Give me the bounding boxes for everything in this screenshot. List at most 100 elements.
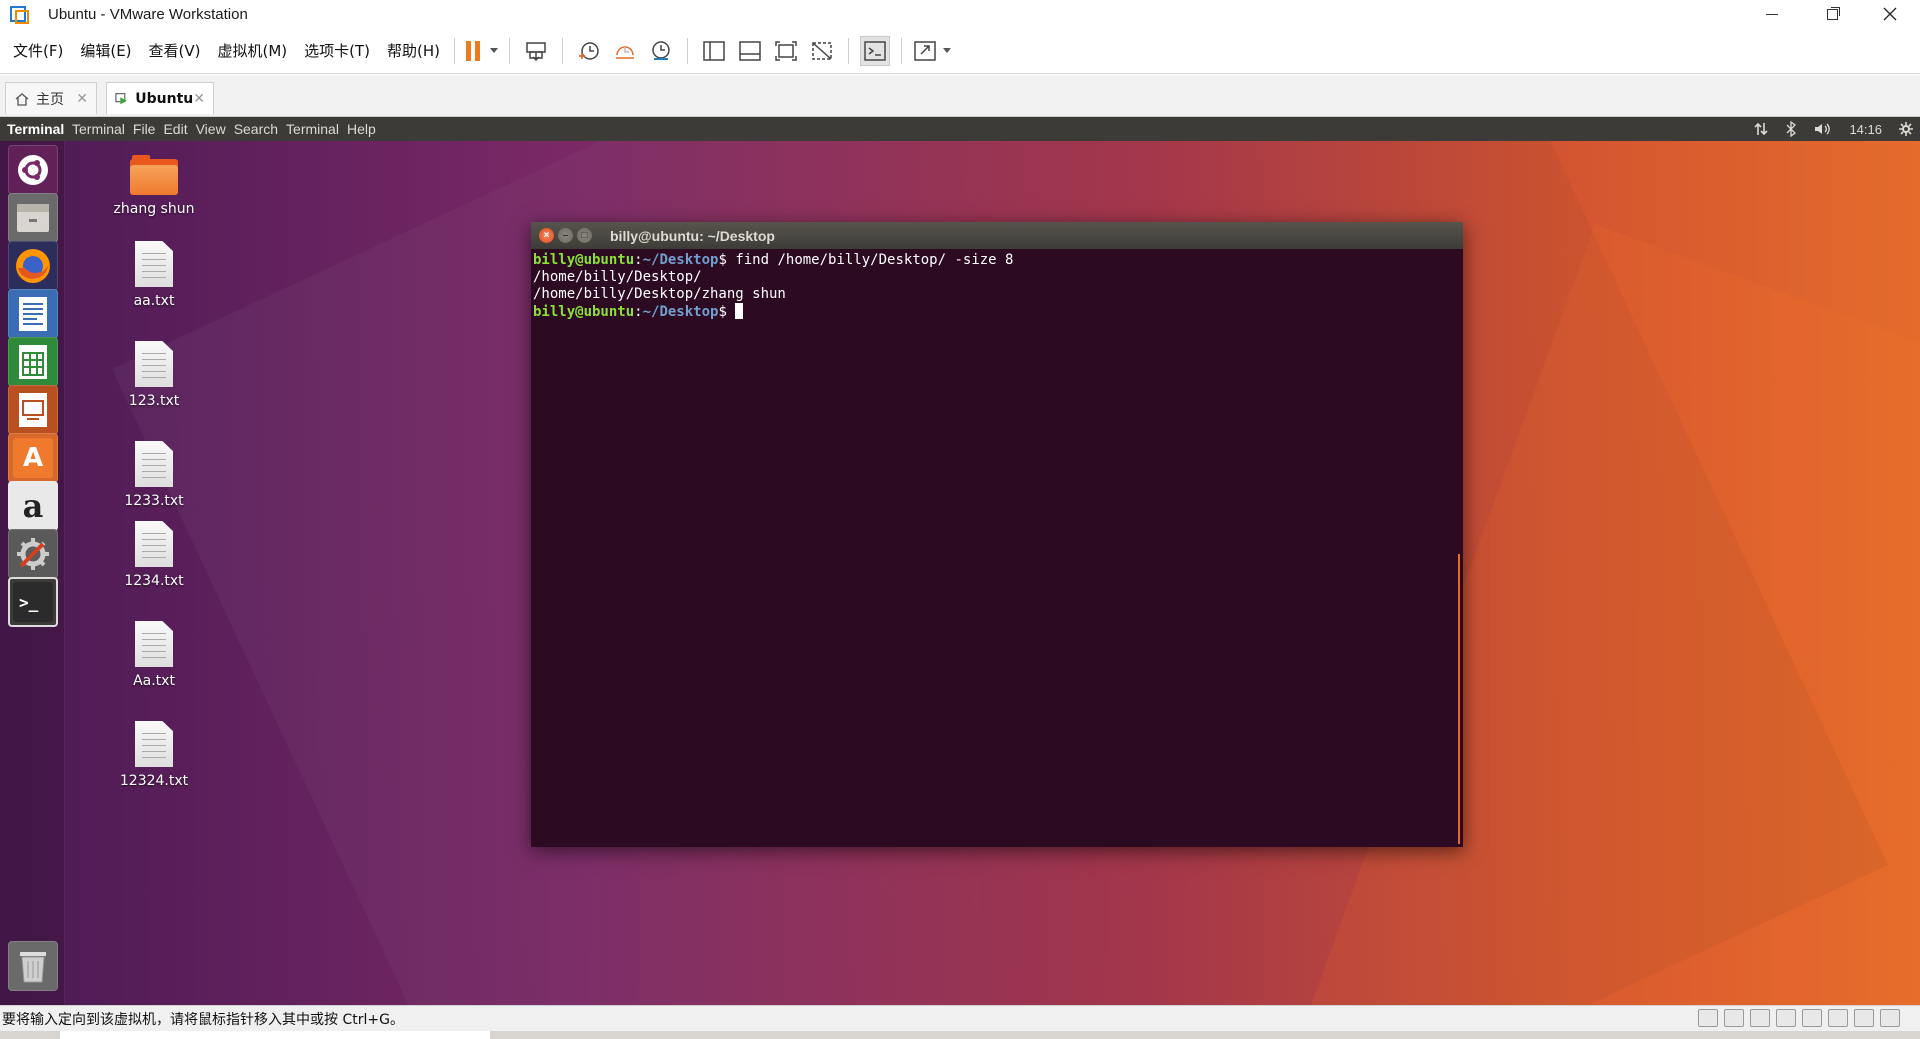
close-tab-icon[interactable]: ✕	[76, 91, 88, 107]
terminal-scrollbar[interactable]	[1458, 554, 1460, 844]
home-icon	[15, 92, 29, 106]
terminal-output[interactable]: billy@ubuntu:~/Desktop$ find /home/billy…	[531, 249, 1463, 324]
full-screen-button[interactable]	[771, 36, 801, 66]
panel-clock[interactable]: 14:16	[1849, 122, 1882, 137]
launcher-writer-button[interactable]	[8, 289, 58, 339]
desktop-icon-label: 12324.txt	[119, 773, 189, 789]
menu-file[interactable]: 文件(F)	[13, 40, 63, 61]
panel-menu-view[interactable]: View	[196, 121, 226, 137]
send-ctrl-alt-del-button[interactable]	[521, 36, 551, 66]
launcher-impress-button[interactable]	[8, 385, 58, 435]
minimize-icon: –	[562, 230, 569, 241]
launcher-files-button[interactable]	[8, 193, 58, 243]
unity-button[interactable]	[807, 36, 837, 66]
menu-edit[interactable]: 编辑(E)	[80, 40, 131, 61]
stretch-guest-icon	[914, 40, 936, 61]
launcher-settings-button[interactable]	[8, 529, 58, 579]
chevron-down-icon	[943, 48, 952, 53]
terminal-command: find /home/billy/Desktop/ -size 8	[726, 252, 1014, 268]
software-center-icon: A	[13, 438, 53, 478]
launcher-firefox-button[interactable]	[8, 241, 58, 291]
volume-icon[interactable]	[1813, 121, 1833, 137]
desktop-icon-label: 1233.txt	[124, 493, 184, 509]
snapshot-icon	[579, 41, 599, 60]
minimize-button[interactable]	[1742, 0, 1802, 28]
terminal-cursor	[735, 303, 744, 319]
panel-menu-file[interactable]: File	[133, 121, 156, 137]
terminal-close-button[interactable]: ×	[539, 228, 554, 243]
message-log-icon[interactable]	[1880, 1009, 1900, 1027]
menu-vm[interactable]: 虚拟机(M)	[218, 40, 288, 61]
desktop-file-123-txt[interactable]: 123.txt	[94, 341, 214, 409]
desktop-file-1233-txt[interactable]: 1233.txt	[94, 441, 214, 509]
thumbnail-bar-button[interactable]	[735, 36, 765, 66]
panel-menu-search[interactable]: Search	[234, 121, 278, 137]
launcher-trash-button[interactable]	[8, 941, 58, 991]
pause-button[interactable]	[466, 36, 499, 66]
menu-view[interactable]: 查看(V)	[149, 40, 201, 61]
panel-menu-edit[interactable]: Edit	[163, 121, 187, 137]
desktop-folder-zhang-shun[interactable]: zhang shun	[94, 155, 214, 217]
snapshot-manager-button[interactable]	[646, 36, 676, 66]
minimize-icon	[1766, 13, 1778, 15]
prompt-path: ~/Desktop	[642, 304, 719, 320]
restore-button[interactable]	[1802, 0, 1862, 28]
menu-help[interactable]: 帮助(H)	[387, 40, 440, 61]
close-button[interactable]	[1860, 0, 1920, 28]
display-icon[interactable]	[1854, 1009, 1874, 1027]
panel-indicators: 14:16	[1753, 117, 1914, 141]
console-view-button[interactable]	[860, 35, 891, 66]
amazon-icon: a	[13, 486, 53, 526]
close-icon: ×	[543, 230, 550, 241]
show-library-icon	[703, 40, 725, 61]
settings-gear-icon[interactable]	[1898, 121, 1914, 137]
desktop-file-Aa-txt[interactable]: Aa.txt	[94, 621, 214, 689]
desktop-file-aa-txt[interactable]: aa.txt	[94, 241, 214, 309]
terminal-maximize-button[interactable]: □	[577, 228, 592, 243]
show-library-button[interactable]	[699, 36, 729, 66]
tab-home[interactable]: 主页 ✕	[5, 82, 97, 114]
vm-console[interactable]: Terminal Terminal File Edit View Search …	[0, 117, 1920, 1005]
revert-snapshot-button[interactable]	[610, 36, 640, 66]
trash-icon	[13, 946, 53, 986]
sound-card-icon[interactable]	[1802, 1009, 1822, 1027]
ubuntu-top-panel: Terminal Terminal File Edit View Search …	[0, 117, 1920, 141]
terminal-line: billy@ubuntu:~/Desktop$	[533, 303, 1461, 321]
desktop-file-1234-txt[interactable]: 1234.txt	[94, 521, 214, 589]
take-snapshot-button[interactable]	[574, 36, 604, 66]
launcher-terminal-button[interactable]: >_	[8, 577, 58, 627]
printer-icon[interactable]	[1776, 1009, 1796, 1027]
launcher-calc-button[interactable]	[8, 337, 58, 387]
desktop-icon-label: Aa.txt	[133, 673, 175, 689]
window-titlebar: Ubuntu - VMware Workstation	[0, 0, 1920, 28]
menu-tabs[interactable]: 选项卡(T)	[304, 40, 370, 61]
hard-disk-icon[interactable]	[1698, 1009, 1718, 1027]
toolbar-separator	[562, 37, 564, 64]
bluetooth-icon[interactable]	[1785, 121, 1797, 137]
launcher-amazon-button[interactable]: a	[8, 481, 58, 531]
cd-dvd-icon[interactable]	[1724, 1009, 1744, 1027]
stretch-guest-button[interactable]	[913, 36, 952, 66]
terminal-minimize-button[interactable]: –	[558, 228, 573, 243]
terminal-titlebar[interactable]: × – □ billy@ubuntu: ~/Desktop	[531, 222, 1463, 249]
panel-menu-terminal[interactable]: Terminal	[72, 121, 125, 137]
launcher-software-button[interactable]: A	[8, 433, 58, 483]
terminal-window[interactable]: × – □ billy@ubuntu: ~/Desktop billy@ubun…	[531, 222, 1463, 847]
terminal-glyph: >_	[19, 592, 39, 612]
snapshot-manager-icon	[652, 40, 670, 60]
restore-icon	[1826, 8, 1838, 20]
usb-icon[interactable]	[1828, 1009, 1848, 1027]
panel-menu-terminal-2[interactable]: Terminal	[286, 121, 339, 137]
close-tab-icon[interactable]: ✕	[193, 91, 205, 107]
network-adapter-icon[interactable]	[1750, 1009, 1770, 1027]
desktop-file-12324-txt[interactable]: 12324.txt	[94, 721, 214, 789]
tab-ubuntu[interactable]: Ubuntu ✕	[106, 82, 214, 114]
tab-strip: 主页 ✕ Ubuntu ✕	[0, 75, 1920, 117]
text-file-icon	[135, 341, 173, 387]
chevron-down-icon	[490, 48, 499, 53]
libreoffice-impress-icon	[13, 390, 53, 430]
unity-icon	[812, 41, 832, 60]
launcher-dash-button[interactable]	[8, 145, 58, 195]
panel-menu-help[interactable]: Help	[347, 121, 376, 137]
network-icon[interactable]	[1753, 121, 1769, 137]
